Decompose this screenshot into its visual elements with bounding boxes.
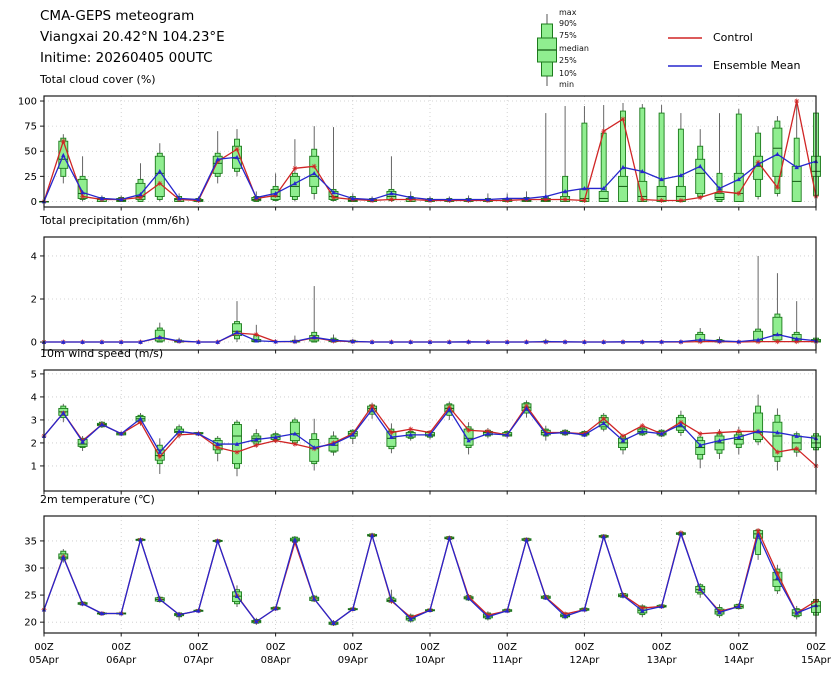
svg-text:00Z: 00Z [189,642,209,653]
svg-text:11Apr: 11Apr [492,655,523,666]
svg-text:0: 0 [31,338,37,349]
svg-text:5: 5 [31,369,37,380]
svg-text:06Apr: 06Apr [106,655,137,666]
legend-label-control: Control [713,31,753,44]
meteogram-plot-svg: 0 25 50 75 100 0 2 4 1 2 3 4 5 20 25 30 35 00Z 05Apr 00Z 06A… [0,0,840,680]
temperature-2m-boxplots [59,528,821,626]
svg-text:50: 50 [24,147,37,158]
legend-label-90pct: 90% [559,20,577,28]
legend-label-max: max [559,9,576,17]
legend-label-median: median [559,45,589,53]
svg-text:00Z: 00Z [575,642,595,653]
svg-text:00Z: 00Z [729,642,749,653]
svg-text:08Apr: 08Apr [261,655,292,666]
svg-text:25: 25 [24,591,37,602]
panel-title-cloud: Total cloud cover (%) [40,73,156,86]
legend-label-10pct: 10% [559,70,577,78]
wind-speed-10m-boxplots [59,395,821,477]
svg-text:35: 35 [24,536,37,547]
svg-text:3: 3 [31,415,37,426]
svg-text:75: 75 [24,122,37,133]
legend-label-25pct: 25% [559,57,577,65]
x-axis-labels: 00Z 05Apr 00Z 06Apr 00Z 07Apr 00Z 08Apr 00Z 09Apr… [29,642,832,666]
svg-text:00Z: 00Z [111,642,131,653]
svg-text:2: 2 [31,294,37,305]
svg-text:00Z: 00Z [34,642,54,653]
svg-text:12Apr: 12Apr [569,655,600,666]
svg-text:10Apr: 10Apr [415,655,446,666]
svg-text:13Apr: 13Apr [647,655,678,666]
panel-title-temp: 2m temperature (℃) [40,493,155,506]
svg-text:30: 30 [24,564,37,575]
svg-text:14Apr: 14Apr [724,655,755,666]
temperature-2m-ensemble-mean-line [42,531,818,625]
svg-text:100: 100 [18,97,37,108]
svg-text:00Z: 00Z [420,642,440,653]
svg-text:2: 2 [31,438,37,449]
svg-text:05Apr: 05Apr [29,655,60,666]
svg-text:00Z: 00Z [266,642,286,653]
svg-text:09Apr: 09Apr [338,655,369,666]
chart-title: CMA-GEPS meteogram [40,8,194,24]
svg-text:4: 4 [31,392,37,403]
svg-text:00Z: 00Z [343,642,363,653]
total-precipitation-panel: 0 2 4 [31,237,821,354]
svg-text:20: 20 [24,618,37,629]
svg-text:4: 4 [31,251,37,262]
svg-text:00Z: 00Z [806,642,826,653]
svg-text:00Z: 00Z [652,642,672,653]
svg-text:15Apr: 15Apr [801,655,832,666]
wind-speed-10m-panel: 1 2 3 4 5 [31,369,821,494]
svg-text:07Apr: 07Apr [183,655,214,666]
legend-label-min: min [559,81,574,89]
meteogram-figure: 0 25 50 75 100 0 2 4 1 2 3 4 5 20 25 30 35 00Z 05Apr 00Z 06A… [0,0,840,680]
legend-label-ensemble-mean: Ensemble Mean [713,59,800,72]
svg-text:1: 1 [31,461,37,472]
chart-inittime: Initime: 20260405 00UTC [40,50,213,66]
legend-label-75pct: 75% [559,32,577,40]
svg-text:0: 0 [31,197,37,208]
legend-boxplot-glyph [538,14,557,86]
svg-text:25: 25 [24,172,37,183]
panel-title-precip: Total precipitation (mm/6h) [40,214,190,227]
total-cloud-cover-panel: 0 25 50 75 100 [18,96,821,211]
svg-text:00Z: 00Z [497,642,517,653]
chart-location: Viangxai 20.42°N 104.23°E [40,29,225,45]
panel-title-wind: 10m wind speed (m/s) [40,347,163,360]
temperature-2m-panel: 20 25 30 35 [24,516,820,637]
